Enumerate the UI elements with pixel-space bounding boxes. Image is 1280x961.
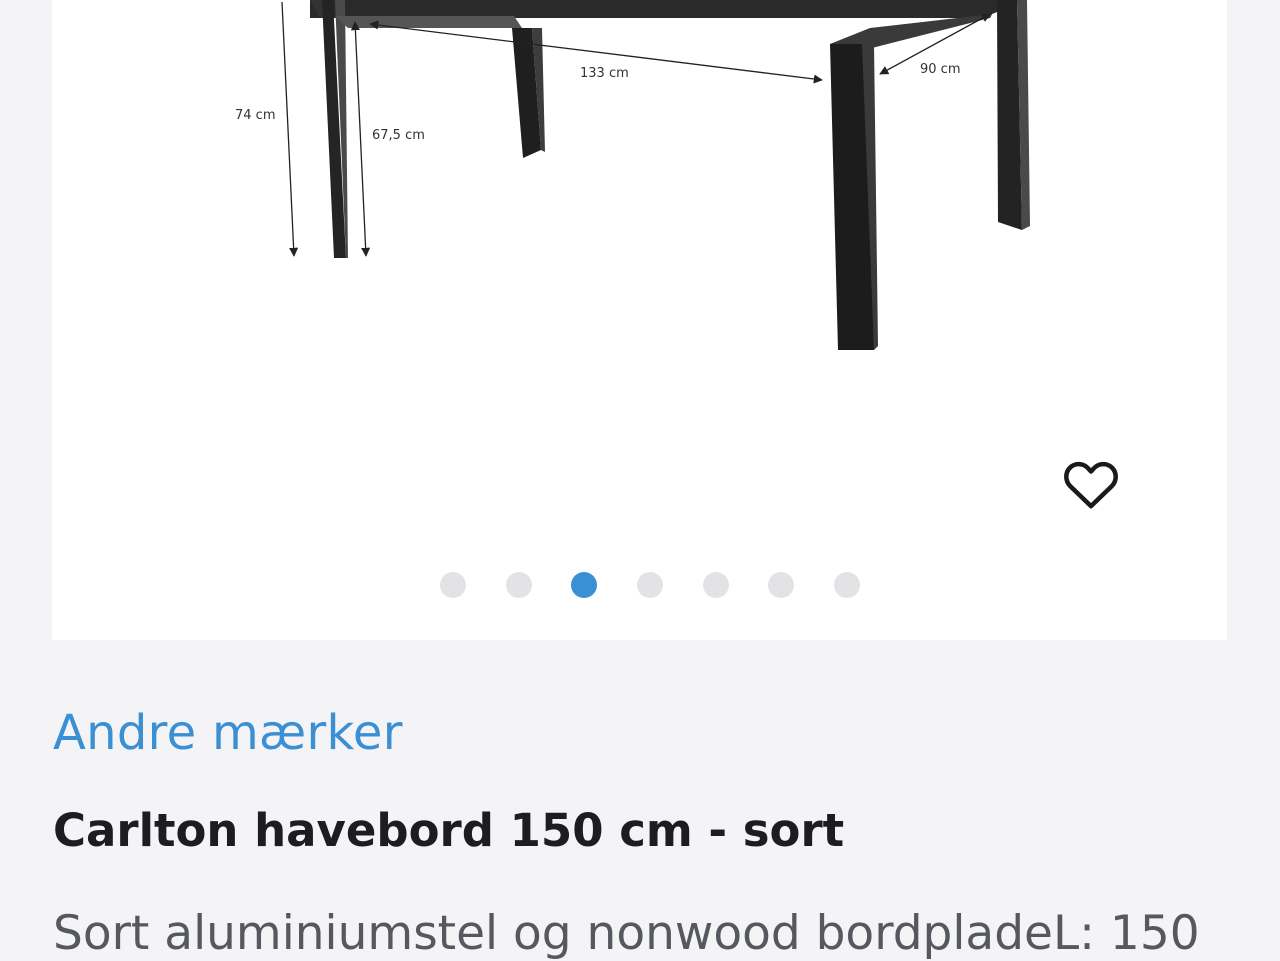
dimension-total-height: 74 cm (235, 1, 299, 257)
carousel-dot[interactable] (505, 572, 532, 598)
product-title: Carlton havebord 150 cm - sort (53, 804, 845, 857)
carousel-dot[interactable] (637, 572, 664, 598)
table-shape (310, 0, 1030, 350)
brand-link[interactable]: Andre mærker (53, 705, 403, 761)
carousel-dot[interactable] (834, 572, 861, 598)
heart-outline-icon (1064, 461, 1118, 509)
svg-text:90 cm: 90 cm (920, 62, 961, 77)
dimension-inner-length: 133 cm (369, 20, 823, 84)
carousel-dot[interactable] (702, 572, 729, 598)
svg-text:67,5 cm: 67,5 cm (372, 128, 425, 143)
carousel-dots (440, 572, 861, 598)
product-description: Sort aluminiumstel og nonwood bordpladeL… (53, 906, 1200, 961)
product-image-card[interactable]: 74 cm 67,5 cm 133 cm 90 cm (52, 0, 1227, 640)
carousel-dot-active[interactable] (571, 572, 598, 598)
svg-text:74 cm: 74 cm (235, 108, 276, 123)
favorite-button[interactable] (1055, 450, 1127, 518)
dimension-leg-height: 67,5 cm (350, 21, 425, 257)
carousel-dot[interactable] (440, 572, 466, 598)
svg-text:133 cm: 133 cm (580, 66, 629, 81)
carousel-dot[interactable] (768, 572, 795, 598)
product-image-table-drawing: 74 cm 67,5 cm 133 cm 90 cm (235, 0, 1030, 350)
